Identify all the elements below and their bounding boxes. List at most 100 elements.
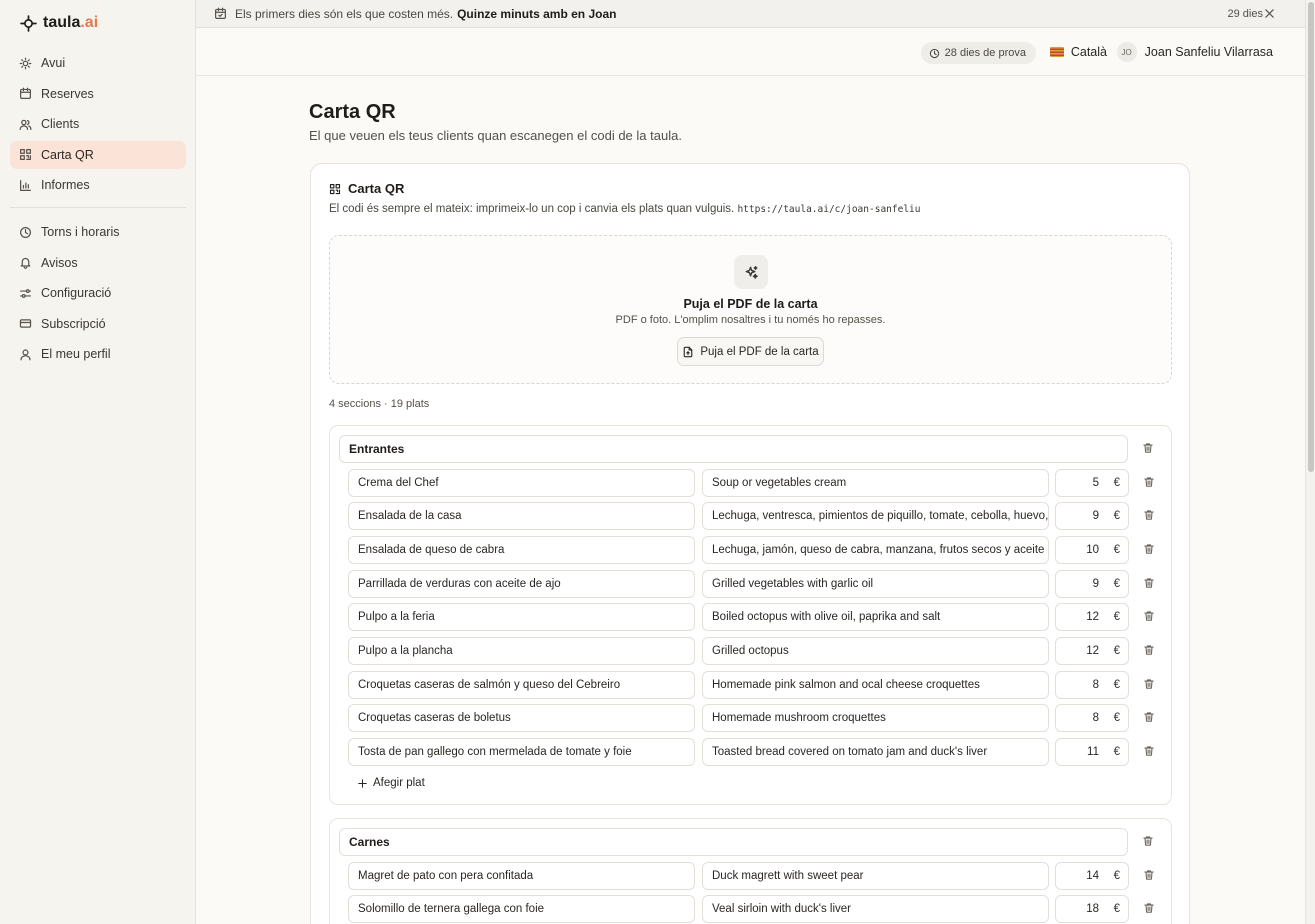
onboarding-banner: Els primers dies són els que costen més.… (196, 0, 1305, 28)
dish-price-input[interactable]: 8 € (1055, 704, 1129, 732)
dish-name-input[interactable]: Tosta de pan gallego con mermelada de to… (348, 738, 695, 766)
pdf-dropzone[interactable]: Puja el PDF de la carta PDF o foto. L'om… (329, 235, 1172, 384)
sun-icon (19, 57, 32, 69)
price-value: 12 (1086, 611, 1099, 623)
section-name-input[interactable]: Carnes (339, 828, 1128, 856)
dish-price-input[interactable]: 18 € (1055, 895, 1129, 923)
dish-row: Parrillada de verduras con aceite de ajo… (348, 570, 1168, 598)
dish-description-input[interactable]: Boiled octopus with olive oil, paprika a… (702, 603, 1049, 631)
dish-price-input[interactable]: 10 € (1055, 536, 1129, 564)
sidebar-item-avui[interactable]: Avui (10, 49, 186, 77)
dish-price-input[interactable]: 12 € (1055, 603, 1129, 631)
upload-pdf-button[interactable]: Puja el PDF de la carta (677, 337, 824, 366)
banner-cta-link[interactable]: Quinze minuts amb en Joan (457, 7, 616, 21)
bell-icon (20, 257, 31, 269)
trash-icon[interactable] (1142, 835, 1156, 849)
upload-button-label: Puja el PDF de la carta (700, 345, 819, 358)
dish-name-input[interactable]: Ensalada de la casa (348, 502, 695, 530)
sidebar-item-el-meu-perfil[interactable]: El meu perfil (10, 340, 186, 368)
dish-price-input[interactable]: 12 € (1055, 637, 1129, 665)
dish-description-input[interactable]: Duck magrett with sweet pear (702, 862, 1049, 890)
dish-name-input[interactable]: Magret de pato con pera confitada (348, 862, 695, 890)
upload-subtitle: PDF o foto. L'omplim nosaltres i tu nomé… (615, 314, 886, 326)
currency-symbol: € (1113, 510, 1120, 522)
avatar: JO (1116, 42, 1137, 62)
page-scrollbar[interactable] (1305, 0, 1315, 924)
sidebar-item-configuracio[interactable]: Configuració (10, 279, 186, 307)
close-icon[interactable] (1263, 7, 1276, 20)
dish-description-input[interactable]: Veal sirloin with duck's liver (702, 895, 1049, 923)
user-icon (20, 348, 31, 360)
dish-row: Solomillo de ternera gallega con foie Ve… (348, 895, 1168, 923)
sidebar-item-avisos[interactable]: Avisos (10, 249, 186, 277)
dish-name-input[interactable]: Croquetas caseras de boletus (348, 704, 695, 732)
dish-name-input[interactable]: Croquetas caseras de salmón y queso del … (348, 671, 695, 699)
price-value: 14 (1086, 870, 1099, 882)
sidebar-item-label: Avisos (41, 255, 78, 270)
scrollbar-thumb[interactable] (1308, 2, 1314, 472)
dish-description-input[interactable]: Homemade pink salmon and ocal cheese cro… (702, 671, 1049, 699)
sidebar-item-label: Subscripció (41, 316, 106, 331)
sidebar-item-torns-i-horaris[interactable]: Torns i horaris (10, 218, 186, 246)
user-menu[interactable]: JO Joan Sanfeliu Vilarrasa (1116, 42, 1273, 62)
trash-icon[interactable] (1142, 442, 1156, 456)
dish-description-input[interactable]: Grilled vegetables with garlic oil (702, 570, 1049, 598)
trash-icon[interactable] (1143, 476, 1157, 490)
add-dish-button[interactable]: Afegir plat (357, 777, 425, 789)
dish-description-input[interactable]: Soup or vegetables cream (702, 469, 1049, 497)
section-name-input[interactable]: Entrantes (339, 435, 1128, 463)
trash-icon[interactable] (1143, 543, 1157, 557)
sidebar-item-subscripcio[interactable]: Subscripció (10, 310, 186, 338)
price-value: 10 (1086, 544, 1099, 556)
menu-url[interactable]: https://taula.ai/c/joan-sanfeliu (737, 204, 920, 215)
sidebar-item-carta-qr[interactable]: Carta QR (10, 140, 186, 169)
sidebar-item-label: Avui (41, 56, 66, 70)
price-value: 18 (1086, 903, 1099, 915)
dish-price-input[interactable]: 8 € (1055, 671, 1129, 699)
dish-price-input[interactable]: 9 € (1055, 502, 1129, 530)
sidebar-item-reserves[interactable]: Reserves (10, 80, 186, 108)
currency-symbol: € (1113, 712, 1120, 724)
upload-title: Puja el PDF de la carta (683, 297, 818, 311)
dish-price-input[interactable]: 11 € (1055, 738, 1129, 766)
calendar-check-icon (215, 7, 226, 19)
dish-price-input[interactable]: 5 € (1055, 469, 1129, 497)
sidebar-item-informes[interactable]: Informes (10, 171, 186, 199)
trash-icon[interactable] (1143, 902, 1157, 916)
trash-icon[interactable] (1143, 711, 1157, 725)
dish-description-input[interactable]: Grilled octopus (702, 637, 1049, 665)
menu-card: Carta QR El codi és sempre el mateix: im… (310, 163, 1190, 924)
dish-description-input[interactable]: Lechuga, jamón, queso de cabra, manzana,… (702, 536, 1049, 564)
dish-row: Magret de pato con pera confitada Duck m… (348, 862, 1168, 890)
dish-name-input[interactable]: Parrillada de verduras con aceite de ajo (348, 570, 695, 598)
sidebar-item-label: Informes (41, 178, 90, 192)
dish-row: Crema del Chef Soup or vegetables cream … (348, 469, 1168, 497)
dish-name-input[interactable]: Crema del Chef (348, 469, 695, 497)
dish-name-input[interactable]: Pulpo a la plancha (348, 637, 695, 665)
currency-symbol: € (1113, 679, 1120, 691)
dish-name-input[interactable]: Pulpo a la feria (348, 603, 695, 631)
language-selector[interactable]: Català (1049, 45, 1107, 59)
dish-description-input[interactable]: Homemade mushroom croquettes (702, 704, 1049, 732)
dish-description-input[interactable]: Toasted bread covered on tomato jam and … (702, 738, 1049, 766)
trash-icon[interactable] (1143, 869, 1157, 883)
trash-icon[interactable] (1143, 577, 1157, 591)
trash-icon[interactable] (1143, 610, 1157, 624)
trash-icon[interactable] (1143, 745, 1157, 759)
trash-icon[interactable] (1143, 644, 1157, 658)
currency-symbol: € (1113, 477, 1120, 489)
top-header: 28 dies de prova Català JO Joan Sanfeliu… (196, 28, 1305, 76)
currency-symbol: € (1113, 544, 1120, 556)
dish-name-input[interactable]: Solomillo de ternera gallega con foie (348, 895, 695, 923)
dish-row: Pulpo a la feria Boiled octopus with oli… (348, 603, 1168, 631)
dish-price-input[interactable]: 9 € (1055, 570, 1129, 598)
dish-description-input[interactable]: Lechuga, ventresca, pimientos de piquill… (702, 502, 1049, 530)
trash-icon[interactable] (1143, 509, 1157, 523)
clock-icon (20, 226, 31, 238)
dish-name-input[interactable]: Ensalada de queso de cabra (348, 536, 695, 564)
trash-icon[interactable] (1143, 678, 1157, 692)
menu-section: Carnes Magret de pato con pera confitada… (329, 818, 1172, 924)
logo[interactable]: taula.ai (20, 14, 98, 32)
dish-price-input[interactable]: 14 € (1055, 862, 1129, 890)
sidebar-item-clients[interactable]: Clients (10, 110, 186, 138)
